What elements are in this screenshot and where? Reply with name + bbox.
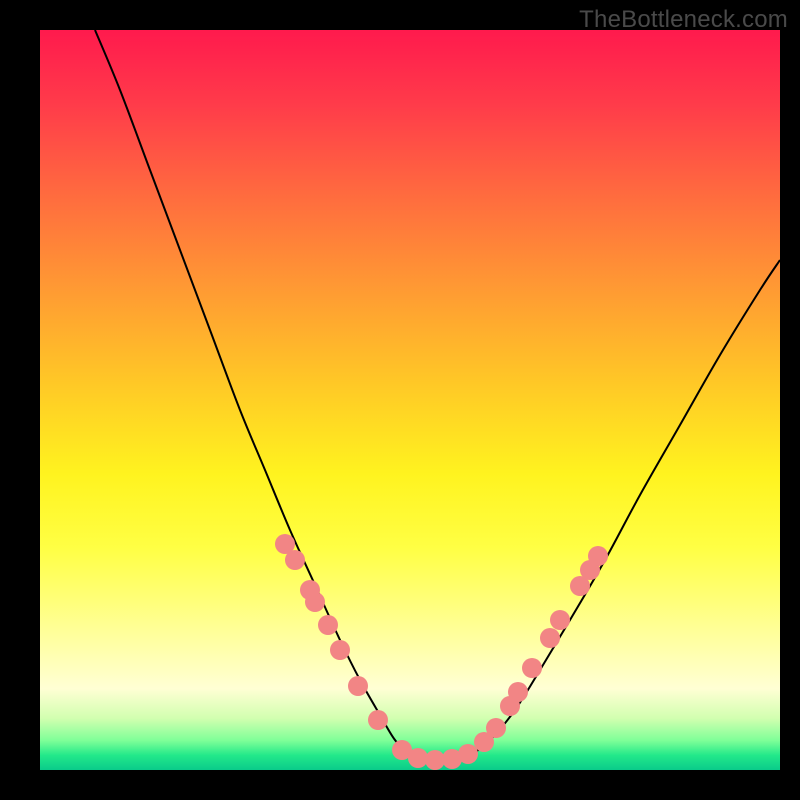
- marker-dot: [318, 615, 338, 635]
- marker-dot: [425, 750, 445, 770]
- marker-dot: [486, 718, 506, 738]
- bottleneck-curve: [40, 30, 780, 770]
- marker-dot: [522, 658, 542, 678]
- marker-dot: [458, 744, 478, 764]
- marker-dot: [330, 640, 350, 660]
- marker-dot: [348, 676, 368, 696]
- marker-dot: [508, 682, 528, 702]
- marker-dot: [550, 610, 570, 630]
- marker-dot: [368, 710, 388, 730]
- chart-frame: TheBottleneck.com: [0, 0, 800, 800]
- marker-dot: [408, 748, 428, 768]
- marker-dot: [285, 550, 305, 570]
- marker-dot: [305, 592, 325, 612]
- marker-dot: [540, 628, 560, 648]
- plot-area: [40, 30, 780, 770]
- bottleneck-line: [95, 30, 780, 761]
- marker-dot: [588, 546, 608, 566]
